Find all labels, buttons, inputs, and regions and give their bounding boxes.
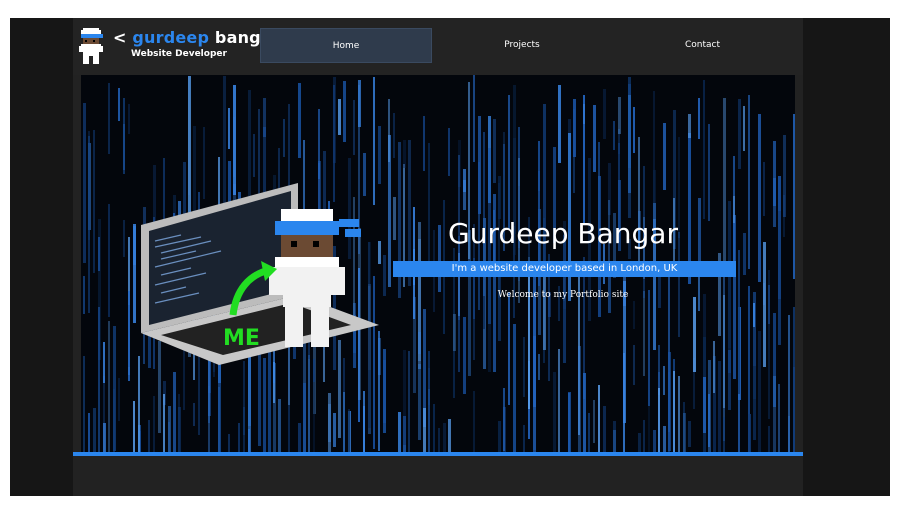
hero-tagline: I'm a website developer based in London,… [393,261,736,277]
hero-section: ME Gurdeep Bangar I'm a website develope… [81,75,795,452]
site-container: < gurdeep bangar /> Website Developer Ho… [73,18,803,496]
logo-first-name: gurdeep [132,28,210,47]
footer-strip [73,456,803,496]
browser-viewport: < gurdeep bangar /> Website Developer Ho… [10,18,890,496]
site-logo[interactable]: < gurdeep bangar /> Website Developer [79,24,305,70]
main-nav: Home Projects Contact [260,28,803,63]
nav-home[interactable]: Home [260,28,432,63]
nav-contact[interactable]: Contact [612,28,793,63]
hero-name: Gurdeep Bangar [448,217,678,250]
me-label: ME [223,326,260,351]
pixel-ninja-icon [79,28,103,64]
site-header: < gurdeep bangar /> Website Developer Ho… [73,18,803,75]
logo-subtitle: Website Developer [131,49,227,59]
nav-projects[interactable]: Projects [432,28,612,63]
ninja-laptop-illustration: ME [141,183,379,365]
logo-open-bracket: < [113,28,127,47]
hero-welcome-text: Welcome to my Portfolio site [497,290,629,300]
